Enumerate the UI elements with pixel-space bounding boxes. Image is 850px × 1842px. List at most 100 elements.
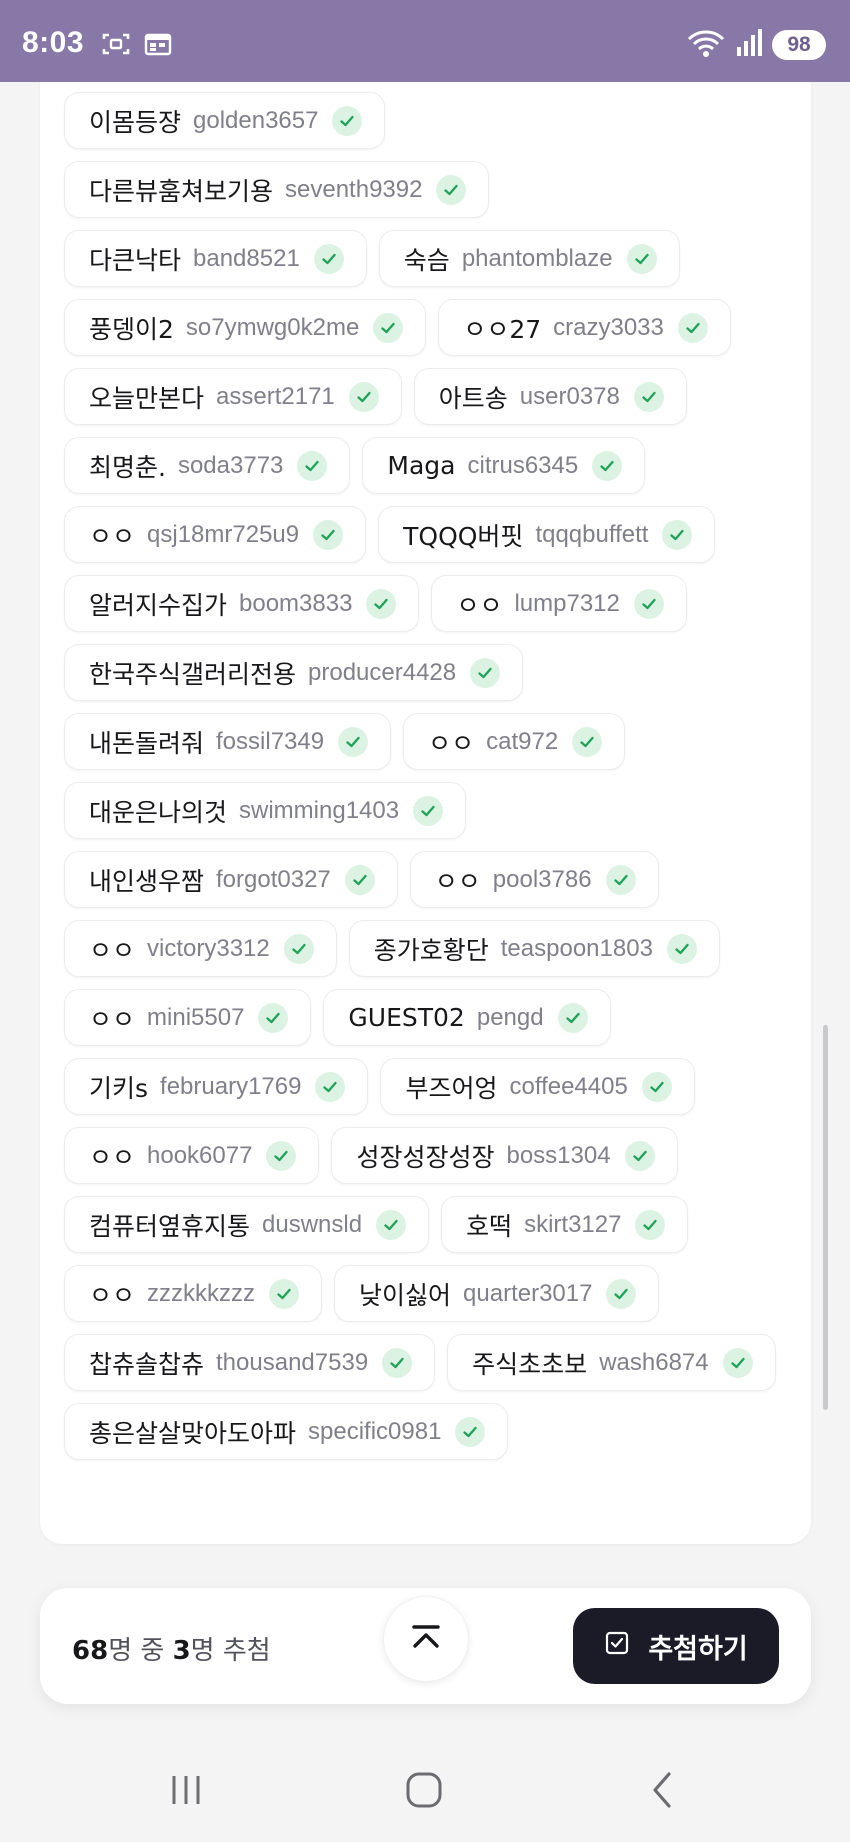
participant-id: fossil7349 — [216, 727, 325, 755]
recent-apps-icon — [166, 1772, 206, 1812]
participant-id: user0378 — [519, 382, 620, 410]
participant-id: thousand7539 — [216, 1348, 369, 1376]
participant-chip[interactable]: 대운은나의것 swimming1403 — [64, 782, 467, 839]
signal-icon — [736, 29, 762, 61]
participant-nickname: 이몸등쟝 — [89, 107, 182, 137]
check-icon — [366, 588, 397, 619]
check-icon — [332, 105, 363, 136]
status-time: 8:03 — [22, 26, 85, 59]
participant-chip[interactable]: 컴퓨터옆휴지통 duswnsld — [64, 1196, 430, 1253]
check-icon — [266, 1140, 297, 1171]
participant-chip[interactable]: 종가호황단 teaspoon1803 — [348, 920, 720, 977]
participant-chip[interactable]: 총은살살맞아도아파 specific0981 — [64, 1403, 509, 1460]
participant-chip[interactable]: 기키s february1769 — [64, 1058, 369, 1115]
participant-chip[interactable]: ㅇㅇ zzzkkkzzz — [64, 1265, 323, 1322]
participant-id: forgot0327 — [216, 865, 331, 893]
participant-id: lump7312 — [514, 589, 620, 617]
participant-chip[interactable]: 숙슴 phantomblaze — [378, 230, 680, 287]
check-icon — [606, 1278, 637, 1309]
participant-nickname: ㅇㅇ — [89, 1280, 136, 1310]
check-icon — [666, 933, 697, 964]
participant-chip[interactable]: 한국주식갤러리전용 producer4428 — [64, 644, 524, 701]
check-icon — [413, 795, 444, 826]
participant-id: boom3833 — [239, 589, 353, 617]
participant-nickname: TQQQ버핏 — [403, 521, 524, 551]
participant-chip[interactable]: 찹츄솔찹츄 thousand7539 — [64, 1334, 436, 1391]
participant-nickname: ㅇㅇ — [89, 1142, 136, 1172]
participant-scroll-area[interactable]: 이몸등쟝 golden3657 다른뷰훔쳐보기용 seventh9392 다큰낙타 ban… — [0, 82, 850, 1742]
participant-chip[interactable]: GUEST02 pengd — [323, 989, 611, 1046]
participant-id: wash6874 — [599, 1348, 709, 1376]
check-icon — [344, 864, 375, 895]
participant-chip[interactable]: ㅇㅇ pool3786 — [409, 851, 659, 908]
participant-chip[interactable]: 주식초초보 wash6874 — [447, 1334, 776, 1391]
back-button[interactable] — [632, 1764, 692, 1820]
participant-id: seventh9392 — [285, 175, 423, 203]
recent-apps-button[interactable] — [156, 1764, 216, 1820]
participant-chip[interactable]: 다른뷰훔쳐보기용 seventh9392 — [64, 161, 490, 218]
participant-chip[interactable]: ㅇㅇ victory3312 — [64, 920, 337, 977]
participant-chip[interactable]: Maga citrus6345 — [362, 437, 646, 494]
participant-chip[interactable]: 아트송 user0378 — [413, 368, 687, 425]
participant-chip[interactable]: ㅇㅇ cat972 — [403, 713, 626, 770]
check-icon — [635, 1209, 666, 1240]
draw-button-label: 추첨하기 — [648, 1633, 748, 1665]
participant-chip[interactable]: 이몸등쟝 golden3657 — [64, 92, 386, 149]
draw-button[interactable]: 추첨하기 — [573, 1608, 779, 1684]
participant-chip[interactable]: 낮이싫어 quarter3017 — [334, 1265, 660, 1322]
participant-chip[interactable]: 내인생우짬 forgot0327 — [64, 851, 398, 908]
draw-summary: 68명 중 3명 추첨 — [72, 1630, 271, 1667]
check-icon — [662, 519, 693, 550]
check-icon — [626, 243, 657, 274]
check-icon — [313, 519, 344, 550]
check-icon — [297, 450, 328, 481]
participant-id: phantomblaze — [461, 244, 613, 272]
check-icon — [283, 933, 314, 964]
participant-chip[interactable]: TQQQ버핏 tqqqbuffett — [378, 506, 716, 563]
participant-chip[interactable]: 부즈어엉 coffee4405 — [380, 1058, 695, 1115]
participant-nickname: ㅇㅇ — [89, 1004, 136, 1034]
participant-nickname: 주식초초보 — [472, 1349, 588, 1379]
participant-id: skirt3127 — [524, 1210, 622, 1238]
home-icon — [404, 1770, 444, 1814]
back-icon — [647, 1770, 677, 1814]
participant-nickname: ㅇㅇ — [456, 590, 503, 620]
participant-id: pool3786 — [492, 865, 592, 893]
participant-chip[interactable]: 호떡 skirt3127 — [441, 1196, 689, 1253]
check-icon — [338, 726, 369, 757]
check-icon — [315, 1071, 346, 1102]
participant-nickname: 알러지수집가 — [89, 590, 228, 620]
participant-nickname: GUEST02 — [348, 1003, 465, 1032]
participant-chip[interactable]: 내돈돌려줘 fossil7349 — [64, 713, 392, 770]
participant-chip[interactable]: ㅇㅇ mini5507 — [64, 989, 312, 1046]
check-icon — [633, 588, 664, 619]
participant-chip[interactable]: 다큰낙타 band8521 — [64, 230, 367, 287]
participant-chip[interactable]: ㅇㅇ27 crazy3033 — [438, 299, 731, 356]
calendar-icon — [144, 32, 172, 60]
participant-chip[interactable]: 최명춘. soda3773 — [64, 437, 351, 494]
participant-nickname: 낮이싫어 — [359, 1280, 452, 1310]
participant-nickname: 성장성장성장 — [356, 1142, 495, 1172]
participant-chip[interactable]: 풍뎅이2 so7ymwg0k2me — [64, 299, 427, 356]
participant-chip[interactable]: 오늘만본다 assert2171 — [64, 368, 402, 425]
winner-suffix: 명 추첨 — [190, 1636, 271, 1666]
participant-nickname: ㅇㅇ — [434, 866, 481, 896]
status-bar: 8:03 98 — [0, 0, 850, 82]
participant-id: so7ymwg0k2me — [185, 313, 360, 341]
participant-chip[interactable]: ㅇㅇ lump7312 — [431, 575, 687, 632]
participant-chip[interactable]: ㅇㅇ qsj18mr725u9 — [64, 506, 367, 563]
scrollbar[interactable] — [823, 1025, 828, 1410]
check-icon — [572, 726, 603, 757]
participant-chip[interactable]: 알러지수집가 boom3833 — [64, 575, 420, 632]
scroll-to-top-button[interactable] — [383, 1596, 469, 1682]
participant-chip[interactable]: 성장성장성장 boss1304 — [331, 1127, 678, 1184]
check-icon — [313, 243, 344, 274]
participant-id: pengd — [476, 1003, 544, 1031]
scroll-top-icon — [409, 1622, 443, 1656]
participant-chip[interactable]: ㅇㅇ hook6077 — [64, 1127, 320, 1184]
home-button[interactable] — [394, 1764, 454, 1820]
participant-nickname: 찹츄솔찹츄 — [89, 1349, 205, 1379]
participant-nickname: ㅇㅇ — [89, 935, 136, 965]
participant-id: coffee4405 — [509, 1072, 628, 1100]
participant-id: tqqqbuffett — [535, 520, 649, 548]
